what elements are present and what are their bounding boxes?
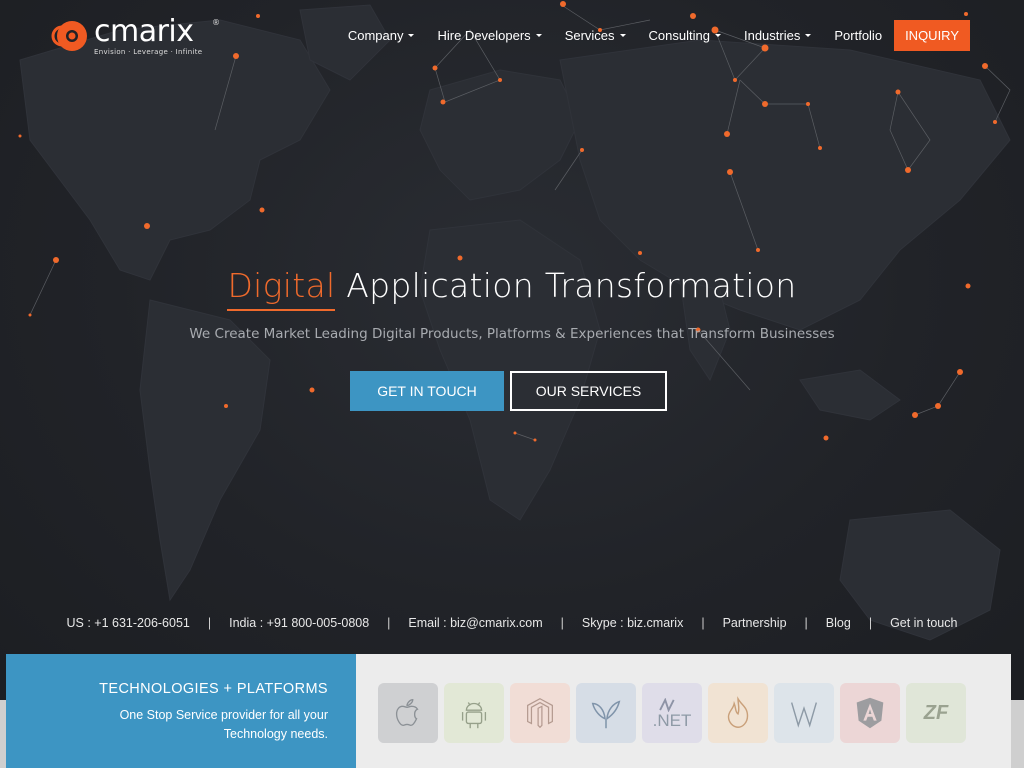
network-dots-decoration (18, 1, 1011, 442)
tile-android[interactable] (444, 683, 504, 743)
android-icon (461, 702, 487, 729)
wordpress-icon (790, 702, 818, 728)
technologies-title: TECHNOLOGIES + PLATFORMS (99, 681, 328, 697)
tile-angular[interactable] (840, 683, 900, 743)
nav-item-label: Hire Developers (437, 28, 531, 43)
separator: | (207, 616, 212, 630)
nav-item-consulting[interactable]: Consulting (649, 28, 721, 43)
hero-subheadline: We Create Market Leading Digital Product… (189, 326, 835, 342)
caret-down-icon (805, 34, 812, 37)
zend-icon: ZF (923, 701, 949, 724)
magento-icon (527, 698, 553, 729)
india-phone-link[interactable]: India : +91 800-005-0808 (229, 616, 369, 630)
nav-item-industries[interactable]: Industries (743, 28, 812, 43)
separator: | (804, 616, 808, 630)
contact-strip: US : +1 631-206-6051 | India : +91 800-0… (0, 616, 1024, 630)
hero-section (0, 0, 1024, 700)
partnership-link[interactable]: Partnership (723, 616, 787, 630)
hero-headline: Digital Application Transformation (0, 266, 1024, 305)
brand-logo[interactable]: cmarix Envision · Leverage · Infinite (48, 16, 202, 56)
get-in-touch-link[interactable]: Get in touch (890, 616, 957, 630)
caret-down-icon (619, 34, 626, 37)
yii-icon (591, 700, 621, 729)
main-navigation: Company Hire Developers Services Consult… (325, 20, 970, 51)
registered-mark: ® (212, 18, 220, 27)
blog-link[interactable]: Blog (826, 616, 851, 630)
headline-rest: Application Transformation (346, 266, 797, 305)
separator: | (701, 616, 705, 630)
caret-down-icon (408, 34, 415, 37)
nav-item-label: Industries (743, 28, 801, 43)
nav-item-portfolio[interactable]: Portfolio (834, 28, 882, 43)
brand-name: cmarix (94, 13, 194, 49)
nav-item-label: Consulting (648, 28, 710, 43)
get-in-touch-button[interactable]: GET IN TOUCH (350, 371, 504, 411)
tile-yii[interactable] (576, 683, 636, 743)
email-link[interactable]: Email : biz@cmarix.com (408, 616, 542, 630)
tile-zend[interactable]: ZF (906, 683, 966, 743)
nav-item-services[interactable]: Services (565, 28, 626, 43)
separator: | (868, 616, 873, 630)
inquiry-button[interactable]: INQUIRY (894, 20, 970, 51)
caret-down-icon (535, 34, 542, 37)
tile-magento[interactable] (510, 683, 570, 743)
skype-link[interactable]: Skype : biz.cmarix (582, 616, 683, 630)
cmarix-logo-icon (51, 21, 87, 51)
dotnet-label: .NET (652, 710, 692, 730)
technologies-description-line1: One Stop Service provider for all your (119, 708, 328, 722)
nav-item-company[interactable]: Company (348, 28, 415, 43)
tile-wordpress[interactable] (774, 683, 834, 743)
headline-accent-word: Digital (227, 266, 336, 305)
technologies-description-line2: Technology needs. (223, 727, 328, 741)
apple-icon (395, 699, 419, 727)
nav-item-label: Company (347, 28, 404, 43)
separator: | (560, 616, 564, 630)
angular-icon (856, 697, 884, 729)
our-services-button[interactable]: OUR SERVICES (510, 371, 667, 411)
dotnet-icon: .NET (652, 697, 692, 730)
brand-tagline: Envision · Leverage · Infinite (94, 47, 203, 56)
technologies-panel: TECHNOLOGIES + PLATFORMS One Stop Servic… (6, 654, 356, 768)
dotnet-n-glyph (659, 697, 675, 712)
caret-down-icon (714, 34, 721, 37)
us-phone-link[interactable]: US : +1 631-206-6051 (67, 616, 190, 630)
tile-codeigniter[interactable] (708, 683, 768, 743)
nav-item-hire-developers[interactable]: Hire Developers (437, 28, 542, 43)
separator: | (387, 616, 391, 630)
tile-apple[interactable] (378, 683, 438, 743)
nav-item-label: Portfolio (834, 28, 883, 43)
technologies-tiles: .NET ZF (356, 654, 1011, 768)
codeigniter-icon (727, 696, 749, 728)
nav-item-label: Services (564, 28, 615, 43)
tile-dotnet[interactable]: .NET (642, 683, 702, 743)
technologies-description: One Stop Service provider for all your T… (6, 706, 328, 744)
